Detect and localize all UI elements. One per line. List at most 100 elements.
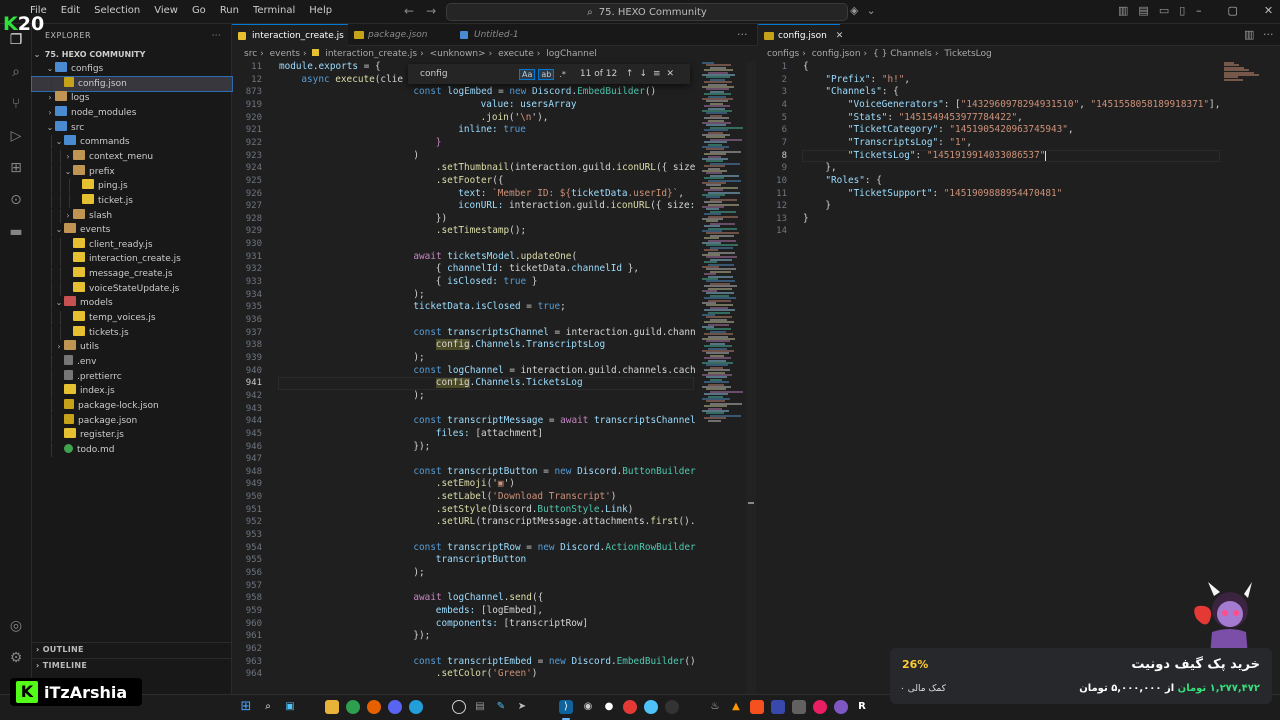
regex-toggle[interactable]: .* [557, 70, 568, 79]
tree-item[interactable]: ⌄ prefix [32, 164, 232, 179]
tree-item[interactable]: config.json [31, 75, 233, 92]
split-editor-icon[interactable]: ▥ [1244, 28, 1254, 41]
close-window-icon[interactable]: ✕ [1264, 4, 1273, 17]
tree-item[interactable]: package-lock.json [32, 398, 232, 413]
tree-item[interactable]: › node_modules [32, 105, 232, 120]
whole-word-toggle[interactable]: ab [538, 68, 555, 80]
tree-item[interactable]: ping.js [32, 179, 232, 194]
layout-panel-icon[interactable]: ▭ [1159, 4, 1169, 17]
search-icon[interactable]: ⌕ [8, 64, 24, 80]
close-icon[interactable]: ✕ [836, 31, 844, 41]
app-icon[interactable]: ● [602, 700, 616, 714]
match-case-toggle[interactable]: Aa [519, 68, 536, 80]
tree-item[interactable]: ⌄ commands [32, 135, 232, 150]
more-actions-icon[interactable]: ··· [737, 28, 748, 41]
tree-item[interactable]: temp_voices.js [32, 311, 232, 326]
tab-untitled-1[interactable]: Untitled-1 [454, 24, 550, 46]
tree-item[interactable]: ⌄ configs [32, 62, 232, 76]
source-control-icon[interactable]: ⑂ [8, 96, 24, 112]
run-debug-icon[interactable]: ▷ [8, 128, 24, 144]
more-actions-icon[interactable]: ··· [212, 31, 221, 46]
menu-help[interactable]: Help [309, 5, 332, 16]
layout-secondary-icon[interactable]: ▯ [1179, 4, 1185, 17]
windows-start-icon[interactable]: ⊞ [239, 700, 253, 714]
outline-section[interactable]: › OUTLINE [32, 642, 232, 656]
breadcrumb-item[interactable]: logChannel [546, 49, 597, 59]
layout-sidebar-icon[interactable]: ▥ [1118, 4, 1128, 17]
tree-item[interactable]: › slash [32, 208, 232, 223]
tree-item[interactable]: › context_menu [32, 149, 232, 164]
vlc-icon[interactable]: ▲ [729, 700, 743, 714]
app-icon[interactable] [750, 700, 764, 714]
docker-icon[interactable]: ▬ [8, 224, 24, 240]
tree-item[interactable]: ⌄ src [32, 120, 232, 135]
close-icon[interactable]: ✕ [667, 69, 675, 79]
arrow-up-icon[interactable]: ↑ [626, 69, 634, 79]
menu-edit[interactable]: Edit [61, 5, 80, 16]
layout-editor-icon[interactable]: ▤ [1138, 4, 1148, 17]
copilot-icon[interactable]: ◈ [850, 4, 858, 17]
app-icon[interactable] [665, 700, 679, 714]
breadcrumb-item[interactable]: TicketsLog [944, 49, 991, 59]
chevron-down-icon[interactable]: ⌄ [866, 4, 875, 17]
task-view-icon[interactable]: ▣ [283, 700, 297, 714]
forward-arrow-icon[interactable]: → [426, 4, 436, 18]
firefox-icon[interactable] [367, 700, 381, 714]
maximize-icon[interactable]: ▢ [1228, 4, 1238, 17]
timeline-section[interactable]: › TIMELINE [32, 658, 232, 672]
tree-item[interactable]: .prettierrc [32, 369, 232, 384]
breadcrumb-item[interactable]: events [270, 49, 300, 59]
breadcrumb-item[interactable]: <unknown> [430, 49, 486, 59]
telegram-icon[interactable] [409, 700, 423, 714]
tree-item[interactable]: interaction_create.js [32, 252, 232, 267]
cursor-icon[interactable]: ➤ [515, 700, 529, 714]
tab-interaction-create[interactable]: interaction_create.js ✕ [232, 24, 360, 46]
minimap-right[interactable] [1222, 62, 1266, 82]
tab-package-json[interactable]: package.json [348, 24, 454, 46]
arrow-down-icon[interactable]: ↓ [639, 69, 647, 79]
app-icon[interactable] [813, 700, 827, 714]
github-icon[interactable] [452, 700, 466, 714]
minimap-left[interactable] [698, 62, 743, 694]
search-icon[interactable]: ⌕ [261, 700, 275, 714]
app-icon[interactable] [834, 700, 848, 714]
menu-view[interactable]: View [154, 5, 178, 16]
tree-item[interactable]: tickets.js [32, 325, 232, 340]
menu-terminal[interactable]: Terminal [253, 5, 295, 16]
tree-item[interactable]: .env [32, 355, 232, 369]
back-arrow-icon[interactable]: ← [404, 4, 414, 18]
tree-item[interactable]: todo.md [32, 442, 232, 457]
breadcrumb-item[interactable]: configs [767, 49, 799, 59]
app-icon[interactable] [771, 700, 785, 714]
command-center[interactable]: ⌕ 75. HEXO Community [446, 3, 848, 21]
tab-config-json[interactable]: config.json ✕ [758, 24, 843, 46]
tree-item[interactable]: ⌄ events [32, 223, 232, 238]
obs-icon[interactable]: ◉ [581, 700, 595, 714]
steam-icon[interactable]: ♨ [708, 700, 722, 714]
tree-item[interactable]: message_create.js [32, 267, 232, 282]
extensions-icon[interactable]: ⊞ [8, 160, 24, 176]
gear-icon[interactable]: ⚙ [8, 650, 24, 666]
tree-item[interactable]: ticket.js [32, 193, 232, 208]
menu-selection[interactable]: Selection [94, 5, 140, 16]
workspace-root[interactable]: ⌄ 75. HEXO COMMUNITY [32, 48, 232, 62]
more-actions-icon[interactable]: ··· [1263, 28, 1274, 41]
tool-icon[interactable]: ▤ [473, 700, 487, 714]
discord-icon[interactable] [388, 700, 402, 714]
tree-item[interactable]: index.js [32, 384, 232, 399]
app-icon[interactable] [644, 700, 658, 714]
breadcrumb-item[interactable]: interaction_create.js [325, 49, 417, 59]
postman-icon[interactable]: ✎ [494, 700, 508, 714]
selection-icon[interactable]: ≡ [653, 69, 661, 79]
tree-item[interactable]: register.js [32, 428, 232, 443]
tree-item[interactable]: ⌄ models [32, 296, 232, 311]
tree-item[interactable]: › logs [32, 91, 232, 105]
remote-icon[interactable]: ⊙ [8, 192, 24, 208]
tree-item[interactable]: › utils [32, 340, 232, 355]
tree-item[interactable]: package.json [32, 413, 232, 428]
breadcrumb-item[interactable]: config.json [812, 49, 861, 59]
breadcrumb-item[interactable]: execute [498, 49, 534, 59]
file-explorer-icon[interactable] [325, 700, 339, 714]
minimize-icon[interactable]: – [1196, 4, 1202, 17]
app-icon[interactable]: R [855, 700, 869, 714]
